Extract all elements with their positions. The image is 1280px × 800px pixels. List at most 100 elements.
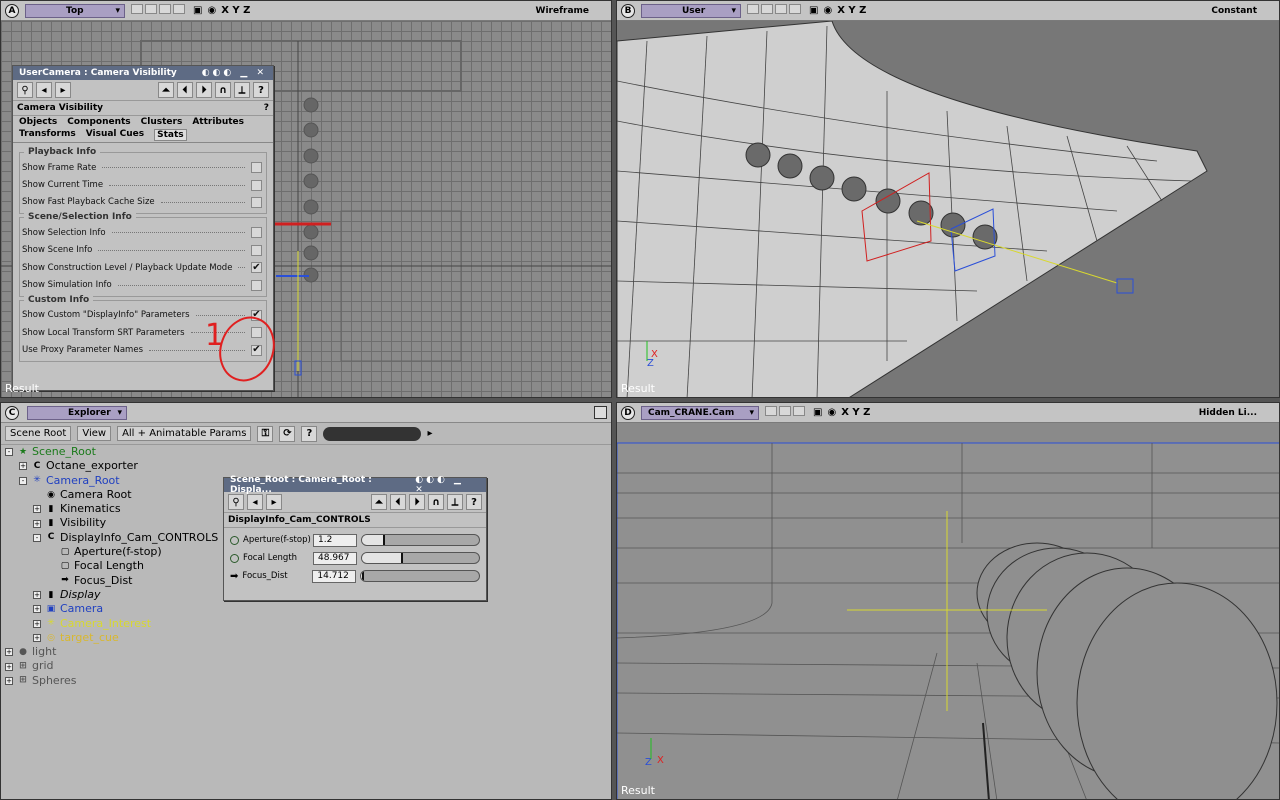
help-icon[interactable]: ? xyxy=(301,425,318,442)
viewport-b-letter[interactable]: B xyxy=(621,3,635,18)
option-checkbox[interactable] xyxy=(251,179,262,191)
viewport-a-view-menu[interactable]: Top ▾ xyxy=(25,3,125,18)
magnet-icon[interactable]: ∩ xyxy=(215,82,231,98)
lock-icon[interactable]: ⚲ xyxy=(228,494,244,510)
viewport-d-view-menu[interactable]: Cam_CRANE.Cam ▾ xyxy=(641,405,759,420)
expand-icon[interactable]: + xyxy=(33,605,41,614)
eye-icon[interactable]: ◉ xyxy=(827,407,836,418)
expand-icon[interactable]: + xyxy=(5,676,13,685)
viewport-d-display-mode[interactable]: Hidden Li... xyxy=(1199,408,1257,418)
tree-node[interactable]: + C Octane_exporter xyxy=(5,459,218,473)
param-value-field[interactable]: 48.967 xyxy=(313,551,357,565)
viewport-b[interactable]: B User ▾ ▣ ◉ X Y Z Constant Z X Result xyxy=(616,0,1280,398)
tab-clusters[interactable]: Clusters xyxy=(141,117,183,127)
search-input[interactable] xyxy=(323,426,422,441)
viewport-c-letter[interactable]: C xyxy=(5,405,19,420)
keyable-icon[interactable]: ⟂ xyxy=(447,494,463,510)
expand-icon[interactable]: + xyxy=(5,662,13,671)
tree-node[interactable]: + ▣ Camera xyxy=(5,602,218,616)
expand-icon[interactable]: + xyxy=(33,505,41,514)
load-preset-icon[interactable]: ⏶ xyxy=(371,494,387,510)
help-icon[interactable]: ? xyxy=(264,103,269,113)
tab-components[interactable]: Components xyxy=(67,117,130,127)
tab-visual-cues[interactable]: Visual Cues xyxy=(86,129,144,141)
param-arrow-icon[interactable]: ➡ xyxy=(230,571,238,582)
tree-node[interactable]: + ⊞ Spheres xyxy=(5,674,218,688)
view-button[interactable]: View xyxy=(77,426,112,441)
viewport-a-axes[interactable]: X Y Z xyxy=(221,5,250,16)
viewport-a[interactable]: A Top ▾ ▣ ◉ X Y Z Wireframe Result UserCame… xyxy=(0,0,612,398)
tree-node[interactable]: + ▮ Visibility xyxy=(5,516,218,530)
collapse-icon[interactable]: - xyxy=(33,533,41,542)
option-checkbox[interactable] xyxy=(251,162,262,174)
displayinfo-section[interactable]: DisplayInfo_Cam_CONTROLS xyxy=(224,512,486,528)
filter-button[interactable]: All + Animatable Params xyxy=(117,426,252,441)
tree-node[interactable]: + ⊞ grid xyxy=(5,659,218,673)
prev-icon[interactable]: ◂ xyxy=(247,494,263,510)
camera-icon[interactable]: ▣ xyxy=(193,5,202,16)
tree-node[interactable]: ▢ Focal Length xyxy=(5,559,218,573)
tree-node[interactable]: + ◎ target_cue xyxy=(5,631,218,645)
keyable-icon[interactable]: ⟂ xyxy=(234,82,250,98)
maximize-icon[interactable] xyxy=(594,406,607,419)
param-value-field[interactable]: 1.2 xyxy=(313,533,357,547)
option-checkbox[interactable] xyxy=(251,196,262,208)
camera-visibility-section[interactable]: Camera Visibility? xyxy=(13,100,273,116)
scene-root-button[interactable]: Scene Root xyxy=(5,426,72,441)
next-icon[interactable]: ▸ xyxy=(266,494,282,510)
tree-node[interactable]: - ★ Scene_Root xyxy=(5,445,218,459)
tree-node[interactable]: ◉ Camera Root xyxy=(5,488,218,502)
tab-stats[interactable]: Stats xyxy=(154,129,187,141)
option-checkbox[interactable]: ✔ xyxy=(251,262,262,274)
viewport-b-axes[interactable]: X Y Z xyxy=(837,5,866,16)
tree-node[interactable]: + ● light xyxy=(5,645,218,659)
expand-icon[interactable]: + xyxy=(33,519,41,528)
expand-icon[interactable]: + xyxy=(33,619,41,628)
help-icon[interactable]: ? xyxy=(253,82,269,98)
param-slider[interactable] xyxy=(360,570,480,582)
revert-icon[interactable]: ⏵ xyxy=(196,82,212,98)
expand-icon[interactable]: + xyxy=(19,462,27,471)
option-checkbox[interactable] xyxy=(251,279,262,291)
memo-cams[interactable] xyxy=(131,4,187,17)
explorer-view-menu[interactable]: Explorer ▾ xyxy=(27,405,127,420)
panel-window-buttons[interactable]: ◐◐◐ ▁ ✕ xyxy=(202,68,267,78)
camera-icon[interactable]: ▣ xyxy=(813,407,822,418)
option-checkbox[interactable] xyxy=(251,244,262,256)
eye-icon[interactable]: ◉ xyxy=(207,5,216,16)
camera-icon[interactable]: ▣ xyxy=(809,5,818,16)
tree-node[interactable]: ▢ Aperture(f-stop) xyxy=(5,545,218,559)
panel-window-buttons[interactable]: ◐◐◐ ▁ ✕ xyxy=(415,475,480,495)
help-icon[interactable]: ? xyxy=(466,494,482,510)
magnet-icon[interactable]: ∩ xyxy=(428,494,444,510)
refresh-icon[interactable]: ⟳ xyxy=(279,425,296,442)
tree-node[interactable]: ➡ Focus_Dist xyxy=(5,574,218,588)
viewport-a-display-mode[interactable]: Wireframe xyxy=(536,6,589,16)
lock-icon[interactable]: ⚿ xyxy=(257,425,274,442)
lock-icon[interactable]: ⚲ xyxy=(17,82,33,98)
collapse-icon[interactable]: - xyxy=(19,476,27,485)
tab-transforms[interactable]: Transforms xyxy=(19,129,76,141)
param-dot-icon[interactable] xyxy=(230,553,239,563)
tree-node[interactable]: - ✳ Camera_Root xyxy=(5,474,218,488)
viewport-a-letter[interactable]: A xyxy=(5,3,19,18)
tree-node[interactable]: + ▮ Display xyxy=(5,588,218,602)
param-dot-icon[interactable] xyxy=(230,535,239,545)
save-preset-icon[interactable]: ⏴ xyxy=(390,494,406,510)
expand-icon[interactable]: + xyxy=(33,591,41,600)
chevron-right-icon[interactable]: ▸ xyxy=(427,428,432,439)
tab-attributes[interactable]: Attributes xyxy=(192,117,244,127)
param-slider[interactable] xyxy=(361,552,480,564)
memo-cams[interactable] xyxy=(747,4,803,17)
next-icon[interactable]: ▸ xyxy=(55,82,71,98)
param-slider[interactable] xyxy=(361,534,480,546)
tree-node[interactable]: + ✳ Camera_Interest xyxy=(5,617,218,631)
load-preset-icon[interactable]: ⏶ xyxy=(158,82,174,98)
prev-icon[interactable]: ◂ xyxy=(36,82,52,98)
viewport-b-display-mode[interactable]: Constant xyxy=(1211,6,1257,16)
viewport-d-axes[interactable]: X Y Z xyxy=(841,407,870,418)
expand-icon[interactable]: + xyxy=(5,648,13,657)
viewport-d[interactable]: D Cam_CRANE.Cam ▾ ▣ ◉ X Y Z Hidden Li... X … xyxy=(616,402,1280,800)
tree-node[interactable]: - C DisplayInfo_Cam_CONTROLS xyxy=(5,531,218,545)
viewport-d-letter[interactable]: D xyxy=(621,405,635,420)
